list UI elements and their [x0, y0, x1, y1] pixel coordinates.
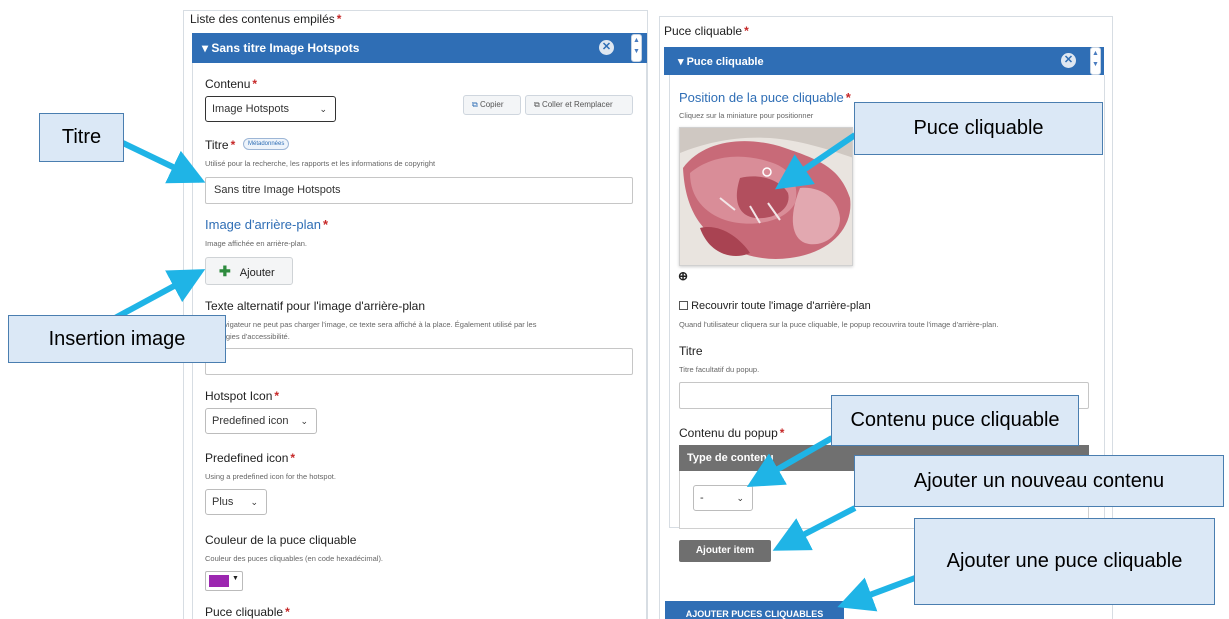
thumbnail-image	[680, 128, 852, 265]
zoom-icon[interactable]: ⊕	[678, 269, 688, 283]
callout-titre: Titre	[39, 113, 124, 162]
popup-title-description: Titre facultatif du popup.	[679, 365, 760, 374]
background-image-description: Image affichée en arrière-plan.	[205, 239, 308, 248]
color-swatch	[209, 575, 229, 587]
add-item-button[interactable]: Ajouter item	[679, 540, 771, 562]
callout-insertion-image: Insertion image	[8, 315, 226, 363]
reorder-icon[interactable]: ▲ ▼	[631, 34, 642, 62]
remove-item-icon[interactable]: ✕	[599, 40, 614, 55]
content-item-header[interactable]: ▾ Sans titre Image Hotspots ✕ ▲ ▼	[192, 33, 647, 63]
content-item-title: ▾ Sans titre Image Hotspots	[202, 41, 360, 55]
paste-icon: ⧉	[534, 100, 540, 109]
hotspot-icon-select[interactable]: Predefined icon ⌄	[205, 408, 317, 434]
popup-content-type-select[interactable]: - ⌄	[693, 485, 753, 511]
title-input[interactable]: Sans titre Image Hotspots	[205, 177, 633, 204]
alt-text-input[interactable]	[205, 348, 633, 375]
copy-icon: ⧉	[472, 100, 478, 109]
predefined-icon-description: Using a predefined icon for the hotspot.	[205, 472, 336, 481]
stacked-content-label: Liste des contenus empilés *	[190, 12, 342, 26]
hotspot-list-label: Puce cliquable *	[205, 605, 290, 619]
content-type-label: Contenu *	[205, 77, 258, 91]
popup-title-label: Titre	[679, 344, 703, 358]
callout-contenu-puce: Contenu puce cliquable	[831, 395, 1079, 446]
callout-ajouter-contenu: Ajouter un nouveau contenu	[854, 455, 1224, 507]
reorder-hotspot-icon[interactable]: ▲ ▼	[1090, 47, 1101, 75]
content-type-select[interactable]: Image Hotspots ⌄	[205, 96, 336, 122]
paste-replace-button[interactable]: ⧉ Coller et Remplacer	[525, 95, 633, 115]
popup-content-label: Contenu du popup *	[679, 426, 785, 440]
metadata-button[interactable]: Métadonnées	[243, 138, 290, 150]
predefined-icon-label: Predefined icon *	[205, 451, 296, 465]
remove-hotspot-icon[interactable]: ✕	[1061, 53, 1076, 68]
title-description: Utilisé pour la recherche, les rapports …	[205, 159, 436, 168]
hotspot-color-label: Couleur de la puce cliquable	[205, 533, 357, 547]
predefined-icon-select[interactable]: Plus ⌄	[205, 489, 267, 515]
alt-text-description: avigateur ne peut pas charger l'image, c…	[220, 320, 537, 329]
checkbox-box[interactable]	[679, 301, 688, 310]
hotspot-item-title: ▾ Puce cliquable	[678, 56, 764, 68]
add-image-label: Ajouter	[239, 267, 275, 279]
hotspot-icon-label: Hotspot Icon *	[205, 389, 280, 403]
add-hotspots-button[interactable]: AJOUTER PUCES CLIQUABLES	[665, 601, 844, 619]
caret-down-icon: ▼	[232, 575, 239, 582]
plus-icon: ✚	[219, 263, 231, 279]
add-image-button[interactable]: ✚ Ajouter	[205, 257, 293, 285]
alt-text-label: Texte alternatif pour l'image d'arrière-…	[205, 299, 426, 313]
callout-puce-cliquable: Puce cliquable	[854, 102, 1103, 155]
background-thumbnail[interactable]	[679, 127, 853, 266]
background-image-title: Image d'arrière-plan *	[205, 217, 328, 232]
hotspot-item-header[interactable]: ▾ Puce cliquable ✕ ▲ ▼	[664, 47, 1104, 75]
color-picker[interactable]: ▼	[205, 571, 243, 591]
hotspot-position-title: Position de la puce cliquable *	[679, 90, 851, 105]
alt-text-description-2: logies d'accessibilité.	[220, 332, 290, 341]
hotspot-position-description: Cliquez sur la miniature pour positionne…	[679, 111, 814, 120]
cover-image-checkbox[interactable]: Recouvrir toute l'image d'arrière-plan	[679, 300, 871, 312]
cover-image-label: Recouvrir toute l'image d'arrière-plan	[691, 300, 871, 312]
title-label: Titre *	[205, 138, 236, 152]
hotspot-color-description: Couleur des puces cliquables (en code he…	[205, 554, 384, 563]
cover-image-description: Quand l'utilisateur cliquera sur la puce…	[679, 320, 999, 329]
copy-button[interactable]: ⧉ Copier	[463, 95, 521, 115]
callout-ajouter-puce: Ajouter une puce cliquable	[914, 518, 1215, 605]
